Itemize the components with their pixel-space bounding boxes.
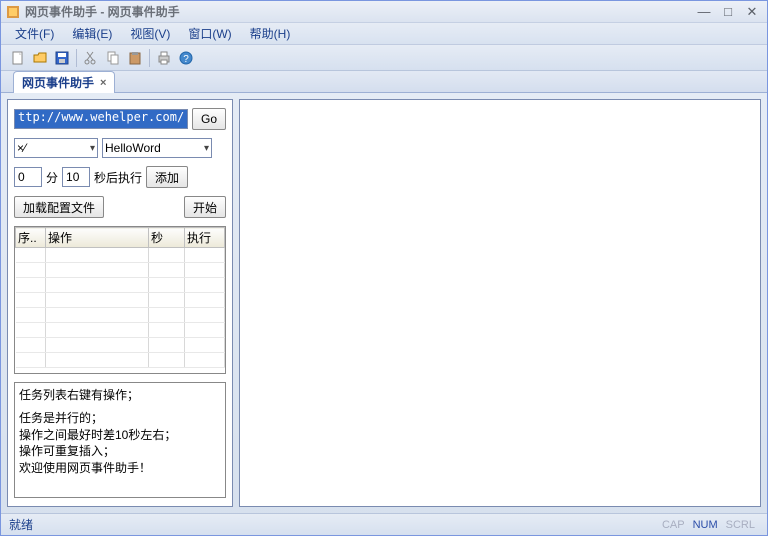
combo-row: ×⁄ HelloWord xyxy=(14,138,226,158)
timing-row: 分 秒后执行 添加 xyxy=(14,166,226,188)
task-table[interactable]: 序.. 操作 秒 执行 xyxy=(14,226,226,374)
tab-close-icon[interactable]: × xyxy=(100,77,106,89)
table-row[interactable] xyxy=(16,293,225,308)
cap-indicator: CAP xyxy=(658,519,689,531)
table-row[interactable] xyxy=(16,323,225,338)
minutes-input[interactable] xyxy=(14,167,42,187)
menu-help[interactable]: 帮助(H) xyxy=(242,23,299,44)
url-row: ttp://www.wehelper.com/ Go xyxy=(14,108,226,130)
value-combo[interactable]: HelloWord xyxy=(102,138,212,158)
print-icon[interactable] xyxy=(153,47,175,69)
left-panel: ttp://www.wehelper.com/ Go ×⁄ HelloWord … xyxy=(7,99,233,507)
info-box: 任务列表右键有操作； 任务是并行的； 操作之间最好时差10秒左右； 操作可重复插… xyxy=(14,382,226,498)
table-row[interactable] xyxy=(16,353,225,368)
table-row[interactable] xyxy=(16,308,225,323)
info-line: 任务列表右键有操作； xyxy=(19,387,221,404)
menu-file[interactable]: 文件(F) xyxy=(7,23,62,44)
main-window: 网页事件助手 - 网页事件助手 — □ ✕ 文件(F) 编辑(E) 视图(V) … xyxy=(0,0,768,536)
table-row[interactable] xyxy=(16,263,225,278)
num-indicator: NUM xyxy=(689,519,722,531)
url-input[interactable]: ttp://www.wehelper.com/ xyxy=(14,109,188,129)
load-config-button[interactable]: 加载配置文件 xyxy=(14,196,104,218)
client-area: ttp://www.wehelper.com/ Go ×⁄ HelloWord … xyxy=(1,93,767,513)
toolbar-separator xyxy=(149,49,150,67)
tab-main[interactable]: 网页事件助手 × xyxy=(13,71,115,93)
th-seq[interactable]: 序.. xyxy=(16,228,46,248)
add-button[interactable]: 添加 xyxy=(146,166,188,188)
tabbar: 网页事件助手 × xyxy=(1,71,767,93)
th-exec[interactable]: 执行 xyxy=(185,228,225,248)
menu-view[interactable]: 视图(V) xyxy=(122,23,178,44)
svg-text:?: ? xyxy=(183,54,189,65)
new-icon[interactable] xyxy=(7,47,29,69)
window-controls: — □ ✕ xyxy=(693,4,763,20)
table-row[interactable] xyxy=(16,248,225,263)
menubar: 文件(F) 编辑(E) 视图(V) 窗口(W) 帮助(H) xyxy=(1,23,767,45)
tab-label: 网页事件助手 xyxy=(22,74,94,91)
statusbar: 就绪 CAP NUM SCRL xyxy=(1,513,767,535)
copy-icon[interactable] xyxy=(102,47,124,69)
start-button[interactable]: 开始 xyxy=(184,196,226,218)
config-row: 加载配置文件 开始 xyxy=(14,196,226,218)
close-button[interactable]: ✕ xyxy=(741,4,763,20)
paste-icon[interactable] xyxy=(124,47,146,69)
table-row[interactable] xyxy=(16,338,225,353)
menu-edit[interactable]: 编辑(E) xyxy=(64,23,120,44)
info-line: 操作可重复插入； xyxy=(19,443,221,460)
go-button[interactable]: Go xyxy=(192,108,226,130)
th-op[interactable]: 操作 xyxy=(46,228,149,248)
info-line: 欢迎使用网页事件助手！ xyxy=(19,460,221,477)
toolbar-separator xyxy=(76,49,77,67)
toolbar: ? xyxy=(1,45,767,71)
cut-icon[interactable] xyxy=(80,47,102,69)
th-sec[interactable]: 秒 xyxy=(149,228,185,248)
scrl-indicator: SCRL xyxy=(722,519,759,531)
help-icon[interactable]: ? xyxy=(175,47,197,69)
table-row[interactable] xyxy=(16,278,225,293)
status-text: 就绪 xyxy=(9,516,658,533)
app-icon xyxy=(5,4,21,20)
seconds-label: 秒后执行 xyxy=(94,169,142,186)
save-icon[interactable] xyxy=(51,47,73,69)
action-combo[interactable]: ×⁄ xyxy=(14,138,98,158)
minutes-label: 分 xyxy=(46,169,58,186)
info-line: 任务是并行的； xyxy=(19,410,221,427)
open-icon[interactable] xyxy=(29,47,51,69)
menu-window[interactable]: 窗口(W) xyxy=(180,23,239,44)
window-title: 网页事件助手 - 网页事件助手 xyxy=(25,3,693,20)
info-line: 操作之间最好时差10秒左右； xyxy=(19,427,221,444)
titlebar: 网页事件助手 - 网页事件助手 — □ ✕ xyxy=(1,1,767,23)
right-panel xyxy=(239,99,761,507)
maximize-button[interactable]: □ xyxy=(717,4,739,20)
minimize-button[interactable]: — xyxy=(693,4,715,20)
seconds-input[interactable] xyxy=(62,167,90,187)
